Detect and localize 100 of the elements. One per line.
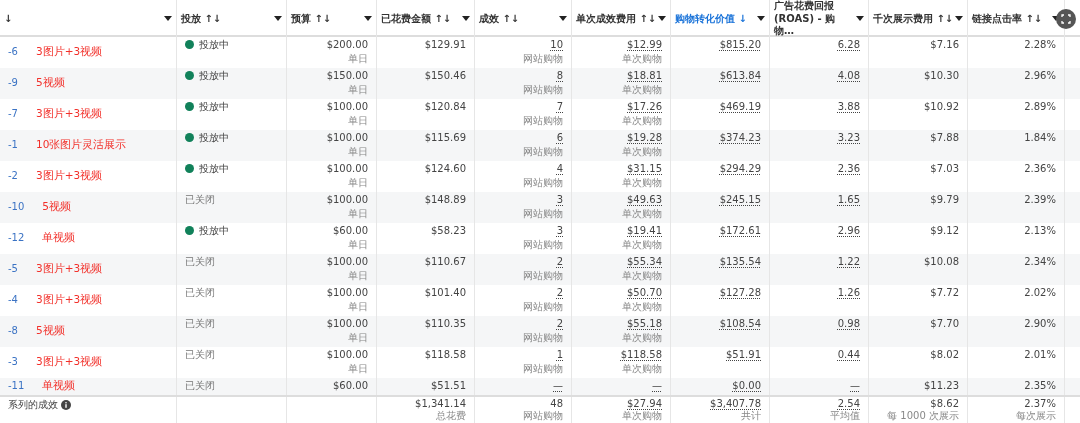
table-cell[interactable]: 0.98: [837, 318, 860, 329]
table-cell[interactable]: 2: [556, 256, 563, 267]
column-header[interactable]: 预算 ↑↓: [291, 12, 332, 25]
table-cell[interactable]: $55.18: [627, 318, 662, 329]
table-cell: $60.00: [333, 225, 368, 236]
table-cell[interactable]: $0.00: [732, 380, 761, 391]
ad-name-link[interactable]: -2: [8, 170, 18, 181]
column-header[interactable]: 链接点击率 ↑↓: [972, 12, 1043, 25]
table-cell[interactable]: 2.54: [837, 398, 860, 409]
expand-icon[interactable]: [1056, 8, 1076, 29]
ad-name-link[interactable]: -5: [8, 263, 18, 274]
table-cell: $9.79: [930, 194, 959, 205]
column-header[interactable]: 单次成效费用 ↑↓: [576, 12, 657, 25]
table-cell[interactable]: 1.65: [837, 194, 860, 205]
table-cell[interactable]: $108.54: [719, 318, 761, 329]
table-cell[interactable]: $31.15: [627, 163, 662, 174]
table-cell[interactable]: $3,407.78: [710, 398, 761, 409]
table-cell[interactable]: $469.19: [719, 101, 761, 112]
column-header[interactable]: 成效 ↑↓: [479, 12, 520, 25]
table-cell[interactable]: 6.28: [837, 39, 860, 50]
table-cell[interactable]: —: [553, 380, 563, 391]
caret-icon[interactable]: [559, 16, 567, 22]
table-cell[interactable]: $19.41: [627, 225, 662, 236]
ad-name-link[interactable]: -3: [8, 356, 18, 367]
info-icon[interactable]: [60, 400, 71, 410]
cell-caption: 单次购物: [621, 53, 662, 65]
ad-name-link[interactable]: -7: [8, 108, 18, 119]
cell-caption: 单日: [347, 270, 368, 282]
ad-name-link[interactable]: -1: [8, 139, 18, 150]
table-cell[interactable]: 6: [556, 132, 563, 143]
column-header[interactable]: 已花费金额 ↑↓: [381, 12, 452, 25]
table-cell: 2.28%: [1024, 39, 1056, 50]
table-cell[interactable]: —: [850, 380, 860, 391]
table-cell[interactable]: $12.99: [627, 39, 662, 50]
caret-icon[interactable]: [856, 16, 864, 22]
ad-name-link[interactable]: -4: [8, 294, 18, 305]
status-text: 已关闭: [185, 349, 215, 360]
table-cell[interactable]: —: [652, 380, 662, 391]
table-cell[interactable]: $55.34: [627, 256, 662, 267]
table-cell[interactable]: 1: [556, 349, 563, 360]
column-header[interactable]: 千次展示费用 ↑↓: [873, 12, 954, 25]
table-cell[interactable]: $613.84: [719, 70, 761, 81]
column-header[interactable]: 广告花费回报 (ROAS) - 购物…: [774, 0, 854, 38]
table-cell[interactable]: 10: [550, 39, 563, 50]
table-cell[interactable]: $19.28: [627, 132, 662, 143]
caret-icon[interactable]: [955, 16, 964, 22]
column-header[interactable]: 投放 ↑↓: [181, 12, 222, 25]
table-cell: $200.00: [326, 39, 368, 50]
caret-icon[interactable]: [658, 16, 667, 22]
cell-caption: 单日: [347, 239, 368, 251]
table-cell[interactable]: 7: [556, 101, 563, 112]
table-cell[interactable]: 0.44: [837, 349, 860, 360]
table-cell[interactable]: 2: [556, 318, 563, 329]
table-cell[interactable]: $27.94: [627, 398, 662, 409]
column-header[interactable]: ↓: [4, 12, 13, 25]
table-cell[interactable]: 3: [556, 225, 563, 236]
ad-name-link[interactable]: -10: [8, 201, 25, 212]
table-cell[interactable]: 2.36: [837, 163, 860, 174]
table-cell[interactable]: 3: [556, 194, 563, 205]
ad-name-link[interactable]: -8: [8, 325, 18, 336]
table-cell[interactable]: $49.63: [627, 194, 662, 205]
table-cell[interactable]: 8: [556, 70, 563, 81]
table-cell[interactable]: $135.54: [719, 256, 761, 267]
table-cell[interactable]: 2: [556, 287, 563, 298]
table-cell[interactable]: $127.28: [719, 287, 761, 298]
ad-name-link[interactable]: -12: [8, 232, 25, 243]
table-cell[interactable]: 3.23: [837, 132, 860, 143]
table-cell[interactable]: $51.91: [726, 349, 761, 360]
ad-name-link[interactable]: -6: [8, 46, 18, 57]
table-cell: 48: [550, 398, 563, 409]
status-text: 投放中: [199, 132, 229, 143]
table-cell[interactable]: $815.20: [719, 39, 761, 50]
ad-name-link[interactable]: -9: [8, 77, 18, 88]
caret-icon[interactable]: [164, 16, 172, 22]
table-cell[interactable]: $50.70: [627, 287, 662, 298]
ad-name-link[interactable]: -11: [8, 380, 25, 391]
column-header[interactable]: 购物转化价值 ↓: [675, 12, 747, 25]
annotation-text: 单视频: [42, 380, 76, 391]
table-cell: $10.30: [924, 70, 959, 81]
table-cell[interactable]: $172.61: [719, 225, 761, 236]
caret-icon[interactable]: [757, 16, 765, 22]
table-cell[interactable]: 1.26: [837, 287, 860, 298]
table-cell: 2.89%: [1024, 101, 1056, 112]
caret-icon[interactable]: [462, 16, 470, 22]
table-cell[interactable]: $17.26: [627, 101, 662, 112]
table-cell[interactable]: 3.88: [837, 101, 860, 112]
table-cell[interactable]: 4.08: [837, 70, 860, 81]
table-cell[interactable]: $18.81: [627, 70, 662, 81]
annotation-text: 3图片+3视频: [36, 169, 103, 182]
table-cell[interactable]: 1.22: [837, 256, 860, 267]
caret-icon[interactable]: [364, 16, 372, 22]
table-cell[interactable]: $294.29: [719, 163, 761, 174]
table-cell: 2.34%: [1024, 256, 1056, 267]
table-cell[interactable]: 4: [556, 163, 563, 174]
table-cell[interactable]: 2.96: [837, 225, 860, 236]
annotation-text: 5视频: [42, 200, 72, 213]
table-cell[interactable]: $374.23: [719, 132, 761, 143]
caret-icon[interactable]: [274, 16, 282, 22]
table-cell[interactable]: $245.15: [719, 194, 761, 205]
table-cell[interactable]: $118.58: [620, 349, 662, 360]
